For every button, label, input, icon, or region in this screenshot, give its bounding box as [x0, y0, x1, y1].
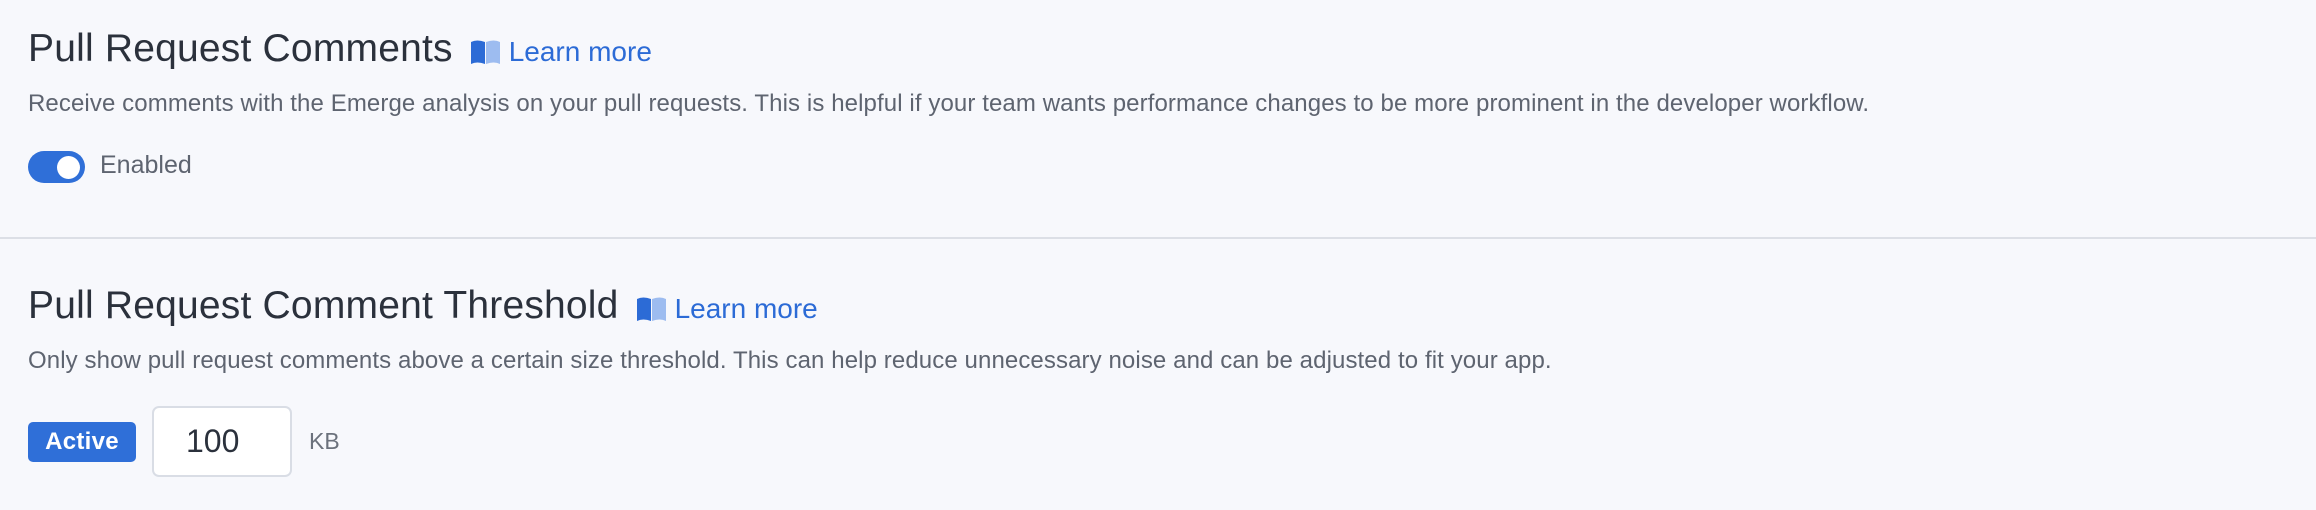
threshold-input[interactable]	[152, 406, 292, 477]
toggle-label: Enabled	[100, 150, 192, 179]
threshold-header: Pull Request Comment Threshold Learn mor…	[28, 281, 2316, 331]
threshold-unit: KB	[309, 428, 340, 454]
learn-more-label: Learn more	[508, 36, 652, 67]
threshold-description: Only show pull request comments above a …	[28, 347, 1552, 374]
threshold-title: Pull Request Comment Threshold	[28, 284, 619, 327]
pr-comments-learn-more-link[interactable]: Learn more	[469, 36, 652, 68]
threshold-controls: Active KB	[28, 406, 2316, 477]
learn-more-label: Learn more	[674, 293, 818, 324]
pr-comments-title: Pull Request Comments	[28, 27, 453, 70]
status-badge: Active	[28, 421, 136, 462]
pr-comments-header: Pull Request Comments Learn more	[28, 24, 2316, 74]
pr-comment-threshold-section: Pull Request Comment Threshold Learn mor…	[0, 239, 2316, 508]
pr-comments-description: Receive comments with the Emerge analysi…	[28, 90, 1870, 117]
book-icon	[470, 40, 500, 64]
pr-comments-section: Pull Request Comments Learn more Receive…	[0, 0, 2316, 239]
threshold-learn-more-link[interactable]: Learn more	[635, 293, 818, 325]
pr-comments-toggle-row: Enabled	[28, 151, 2316, 183]
book-icon	[636, 297, 666, 321]
pr-comments-toggle[interactable]	[28, 151, 85, 183]
toggle-knob	[57, 155, 80, 179]
